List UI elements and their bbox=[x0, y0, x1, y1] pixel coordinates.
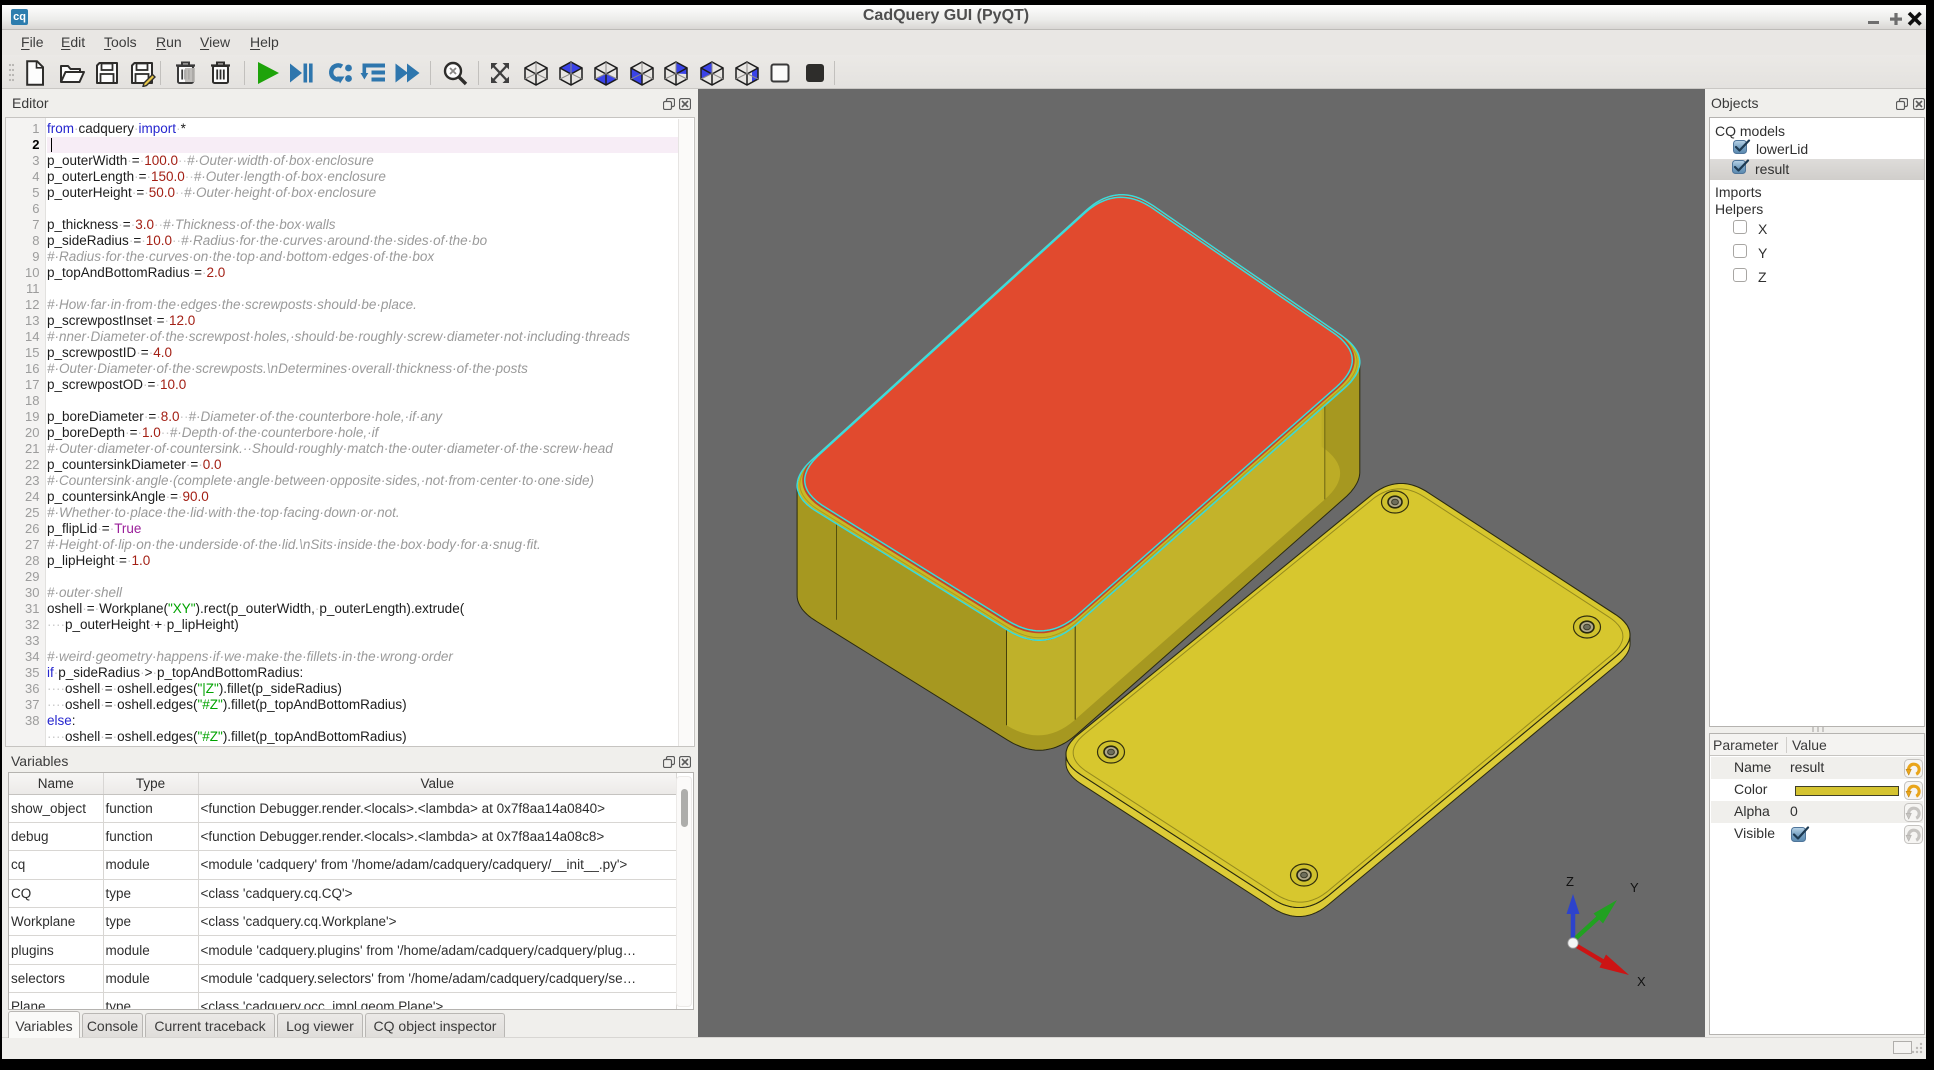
svg-text:Y: Y bbox=[1630, 880, 1639, 895]
svg-text:Z: Z bbox=[1566, 874, 1574, 889]
svg-text:X: X bbox=[1637, 974, 1646, 989]
